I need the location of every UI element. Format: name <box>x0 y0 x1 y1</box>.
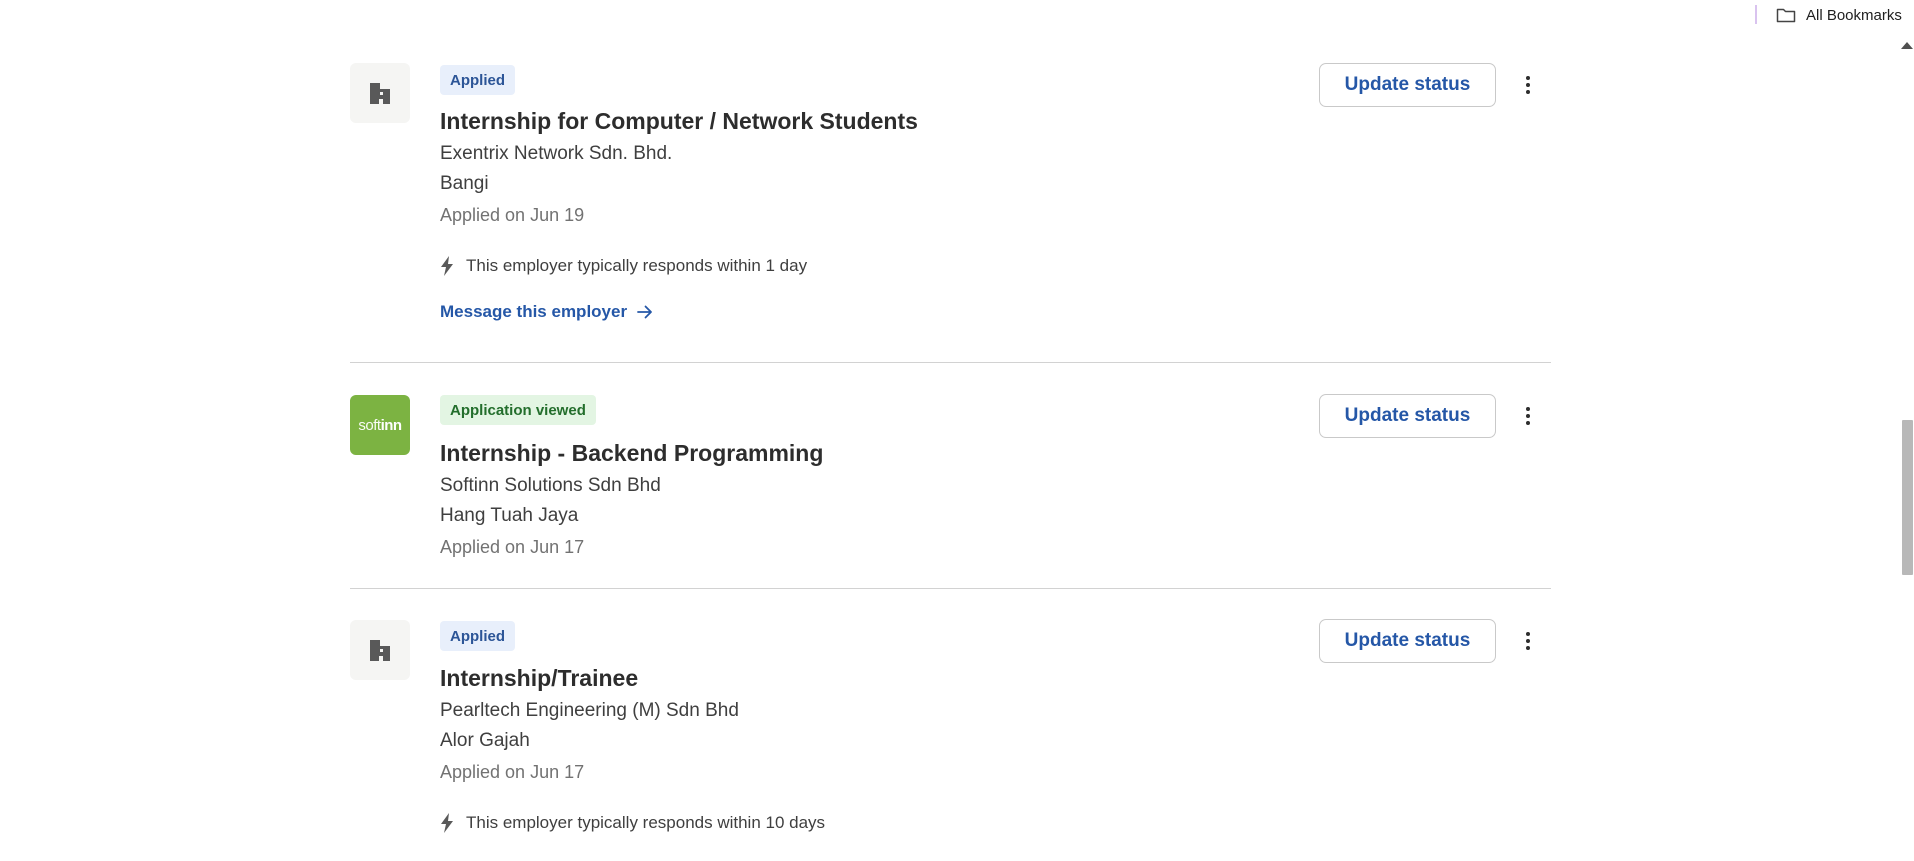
job-location: Alor Gajah <box>440 730 530 751</box>
job-title[interactable]: Internship/Trainee <box>440 665 638 692</box>
company-logo <box>350 620 410 680</box>
logo-text-soft: soft <box>358 416 381 434</box>
all-bookmarks-button[interactable]: All Bookmarks <box>1776 4 1902 26</box>
more-options-icon <box>1526 632 1530 636</box>
message-employer-label: Message this employer <box>440 302 628 321</box>
company-logo <box>350 63 410 123</box>
scroll-up-arrow[interactable] <box>1901 42 1913 49</box>
more-options-button[interactable] <box>1515 67 1541 103</box>
status-badge: Applied <box>440 65 515 95</box>
status-badge: Application viewed <box>440 395 596 425</box>
page: All Bookmarks Applied Internship for Com… <box>0 0 1914 861</box>
message-employer-link[interactable]: Message this employer <box>440 302 653 322</box>
company-name: Softinn Solutions Sdn Bhd <box>440 475 661 496</box>
lightning-icon <box>441 813 453 833</box>
logo-text-inn: inn <box>380 416 403 434</box>
folder-icon <box>1776 8 1796 23</box>
bookmarks-bar: All Bookmarks <box>0 0 1914 30</box>
lightning-icon <box>441 256 453 276</box>
company-name: Pearltech Engineering (M) Sdn Bhd <box>440 700 739 721</box>
update-status-button[interactable]: Update status <box>1319 619 1496 663</box>
response-time-text: This employer typically responds within … <box>466 256 808 275</box>
all-bookmarks-label: All Bookmarks <box>1806 6 1902 24</box>
building-icon <box>370 83 390 104</box>
more-options-button[interactable] <box>1515 398 1541 434</box>
job-card: Applied Internship for Computer / Networ… <box>350 30 1551 363</box>
applied-jobs-list: Applied Internship for Computer / Networ… <box>350 30 1551 859</box>
bookmarks-divider <box>1755 5 1757 24</box>
response-time-note: This employer typically responds within … <box>440 813 825 833</box>
page-scrollbar[interactable] <box>1900 40 1914 861</box>
more-options-button[interactable] <box>1515 623 1541 659</box>
applied-date: Applied on Jun 19 <box>440 205 585 225</box>
more-options-icon <box>1526 76 1530 80</box>
update-status-button[interactable]: Update status <box>1319 63 1496 107</box>
company-name: Exentrix Network Sdn. Bhd. <box>440 143 673 164</box>
scroll-thumb[interactable] <box>1902 420 1913 575</box>
update-status-button[interactable]: Update status <box>1319 394 1496 438</box>
applied-date: Applied on Jun 17 <box>440 762 585 782</box>
building-icon <box>370 640 390 661</box>
response-time-note: This employer typically responds within … <box>440 256 807 276</box>
job-card: Applied Internship/Trainee Pearltech Eng… <box>350 589 1551 859</box>
status-badge: Applied <box>440 621 515 651</box>
job-location: Hang Tuah Jaya <box>440 505 579 526</box>
applied-date: Applied on Jun 17 <box>440 537 585 557</box>
arrow-right-icon <box>637 305 652 319</box>
response-time-text: This employer typically responds within … <box>466 813 826 832</box>
job-title[interactable]: Internship - Backend Programming <box>440 440 823 467</box>
job-card: soft inn Application viewed Internship - … <box>350 363 1551 589</box>
more-options-icon <box>1526 407 1530 411</box>
company-logo: soft inn <box>350 395 410 455</box>
job-location: Bangi <box>440 173 489 194</box>
job-title[interactable]: Internship for Computer / Network Studen… <box>440 108 918 135</box>
